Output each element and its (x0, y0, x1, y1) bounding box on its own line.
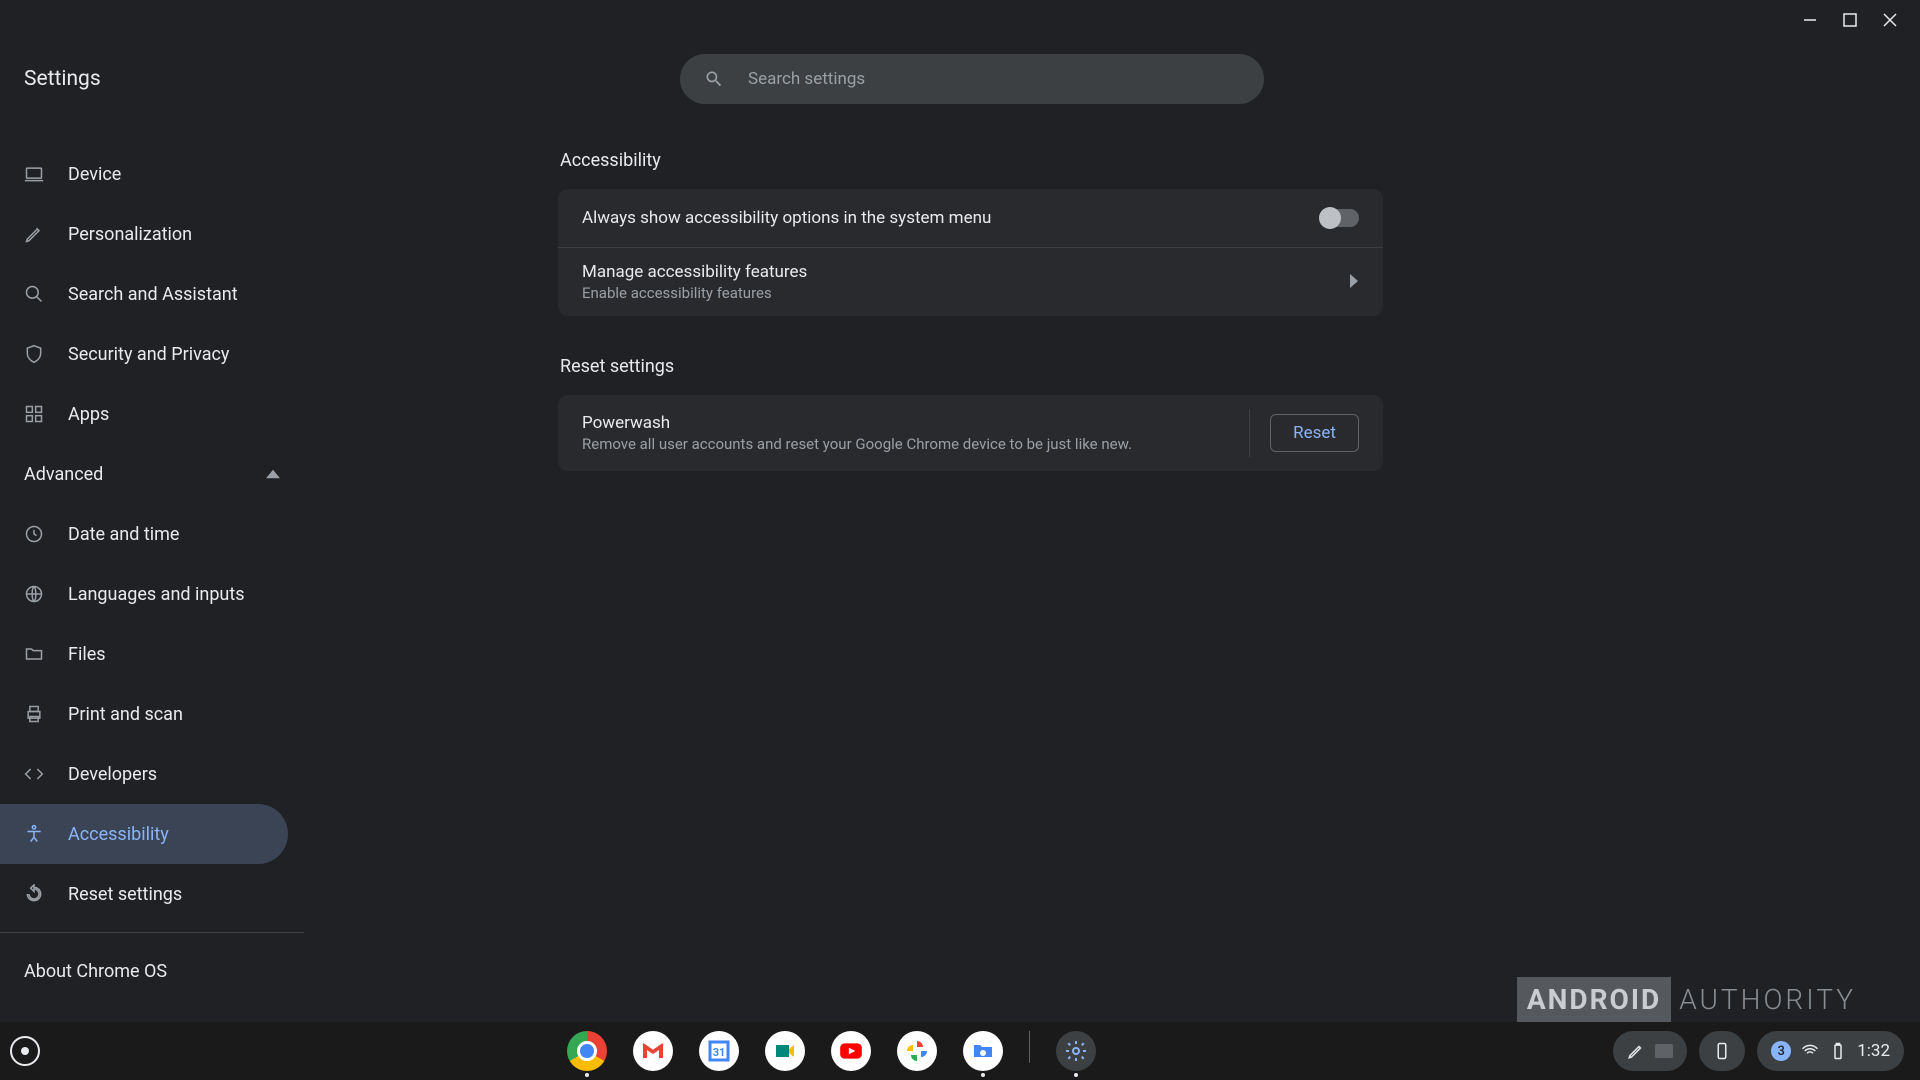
sidebar-item-label: Personalization (68, 224, 192, 245)
sidebar-item-languages[interactable]: Languages and inputs (0, 564, 288, 624)
svg-text:31: 31 (713, 1046, 726, 1059)
section-reset-settings: Reset settings Powerwash Remove all user… (558, 356, 1383, 471)
shelf-apps: 31 (50, 1031, 1613, 1071)
row-label: Manage accessibility features (582, 262, 807, 282)
sidebar-item-label: Files (68, 644, 106, 665)
sidebar-item-label: Languages and inputs (68, 584, 245, 605)
shield-icon (24, 344, 44, 364)
app-photos[interactable] (897, 1031, 937, 1071)
app-chrome[interactable] (567, 1031, 607, 1071)
phone-hub-tray[interactable] (1699, 1031, 1745, 1071)
sidebar-item-security-privacy[interactable]: Security and Privacy (0, 324, 288, 384)
stylus-preview (1655, 1044, 1673, 1058)
phone-icon (1713, 1042, 1731, 1060)
section-title: Accessibility (558, 150, 1383, 171)
sidebar-item-files[interactable]: Files (0, 624, 288, 684)
sidebar-item-label: Security and Privacy (68, 344, 229, 365)
sidebar-item-label: Print and scan (68, 704, 183, 725)
sidebar-item-label: Reset settings (68, 884, 182, 905)
grid-icon (24, 404, 44, 424)
chevron-right-icon (1349, 273, 1359, 292)
sidebar-item-label: Date and time (68, 524, 179, 545)
watermark: ANDROID AUTHORITY (1517, 977, 1856, 1022)
reset-icon (24, 884, 44, 904)
launcher-button[interactable] (10, 1036, 40, 1066)
stylus-tray[interactable] (1613, 1031, 1687, 1071)
notification-badge: 3 (1771, 1041, 1791, 1061)
close-button[interactable] (1870, 0, 1910, 40)
maximize-button[interactable] (1830, 0, 1870, 40)
sidebar-item-label: Developers (68, 764, 157, 785)
sidebar-item-label: Accessibility (68, 824, 169, 845)
sidebar-advanced-toggle[interactable]: Advanced (0, 444, 304, 504)
sidebar-item-print-scan[interactable]: Print and scan (0, 684, 288, 744)
vertical-divider (1249, 409, 1250, 457)
sidebar-divider (0, 932, 304, 933)
pen-icon (1627, 1042, 1645, 1060)
app-calendar[interactable]: 31 (699, 1031, 739, 1071)
row-sublabel: Remove all user accounts and reset your … (582, 435, 1132, 453)
sidebar-item-developers[interactable]: Developers (0, 744, 288, 804)
row-always-show-a11y[interactable]: Always show accessibility options in the… (558, 189, 1383, 247)
chevron-up-icon (266, 467, 280, 481)
shelf-separator (1029, 1031, 1030, 1063)
app-meet[interactable] (765, 1031, 805, 1071)
toggle-always-show-a11y[interactable] (1321, 209, 1359, 227)
card-accessibility: Always show accessibility options in the… (558, 189, 1383, 316)
wifi-icon (1801, 1042, 1819, 1060)
app-settings[interactable] (1056, 1031, 1096, 1071)
section-accessibility: Accessibility Always show accessibility … (558, 150, 1383, 316)
folder-icon (24, 644, 44, 664)
sidebar-item-label: Apps (68, 404, 109, 425)
sidebar-advanced-label: Advanced (24, 464, 103, 485)
search-icon (24, 284, 44, 304)
battery-icon (1829, 1042, 1847, 1060)
watermark-brand-box: ANDROID (1517, 977, 1671, 1022)
clock-icon (24, 524, 44, 544)
app-youtube[interactable] (831, 1031, 871, 1071)
sidebar-item-label: Search and Assistant (68, 284, 238, 305)
row-sublabel: Enable accessibility features (582, 284, 807, 302)
status-tray[interactable]: 3 1:32 (1757, 1031, 1904, 1071)
watermark-brand-text: AUTHORITY (1679, 983, 1856, 1016)
shelf-status-area: 3 1:32 (1613, 1031, 1920, 1071)
printer-icon (24, 704, 44, 724)
sidebar-item-label: Device (68, 164, 121, 185)
search-field[interactable] (680, 54, 1264, 104)
laptop-icon (24, 164, 44, 184)
sidebar-item-apps[interactable]: Apps (0, 384, 288, 444)
row-powerwash: Powerwash Remove all user accounts and r… (558, 395, 1383, 471)
shelf: 31 3 1:32 (0, 1022, 1920, 1080)
globe-icon (24, 584, 44, 604)
page-title: Settings (24, 67, 101, 91)
pencil-icon (24, 224, 44, 244)
sidebar-item-accessibility[interactable]: Accessibility (0, 804, 288, 864)
window-titlebar (0, 0, 1920, 40)
sidebar-about-chrome-os[interactable]: About Chrome OS (0, 941, 304, 1001)
minimize-button[interactable] (1790, 0, 1830, 40)
sidebar-item-search-assistant[interactable]: Search and Assistant (0, 264, 288, 324)
clock: 1:32 (1857, 1041, 1890, 1061)
sidebar-item-personalization[interactable]: Personalization (0, 204, 288, 264)
code-icon (24, 764, 44, 784)
content-area: Accessibility Always show accessibility … (304, 118, 1920, 1033)
sidebar-item-reset-settings[interactable]: Reset settings (0, 864, 288, 924)
card-reset: Powerwash Remove all user accounts and r… (558, 395, 1383, 471)
accessibility-icon (24, 824, 44, 844)
row-label: Always show accessibility options in the… (582, 208, 991, 228)
row-manage-a11y-features[interactable]: Manage accessibility features Enable acc… (558, 247, 1383, 316)
sidebar-item-partial[interactable] (0, 126, 288, 144)
app-files[interactable] (963, 1031, 1003, 1071)
sidebar: Device Personalization Search and Assist… (0, 118, 304, 1033)
search-input[interactable] (748, 69, 1240, 89)
header: Settings (0, 40, 1920, 118)
row-label: Powerwash (582, 413, 1132, 433)
sidebar-about-label: About Chrome OS (24, 961, 167, 982)
reset-button[interactable]: Reset (1270, 414, 1359, 452)
section-title: Reset settings (558, 356, 1383, 377)
sidebar-item-device[interactable]: Device (0, 144, 288, 204)
sidebar-item-date-time[interactable]: Date and time (0, 504, 288, 564)
app-gmail[interactable] (633, 1031, 673, 1071)
search-icon (704, 69, 724, 89)
